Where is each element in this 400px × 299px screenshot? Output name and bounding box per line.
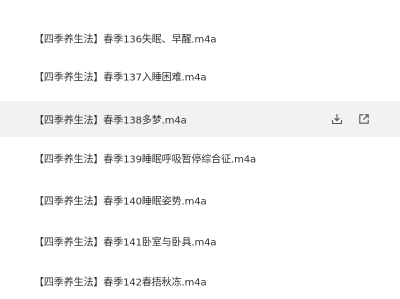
row-actions (331, 113, 370, 125)
file-row-139[interactable]: 【四季养生法】春季139睡眠呼吸暂停综合征.m4a (0, 140, 400, 176)
file-row-140[interactable]: 【四季养生法】春季140睡眠姿势.m4a (0, 182, 400, 218)
file-name: 【四季养生法】春季141卧室与卧具.m4a (34, 237, 217, 249)
file-name: 【四季养生法】春季137入睡困难.m4a (34, 72, 207, 84)
file-row-137[interactable]: 【四季养生法】春季137入睡困难.m4a (0, 58, 400, 94)
file-name: 【四季养生法】春季136失眠、早醒.m4a (34, 34, 217, 46)
file-name: 【四季养生法】春季140睡眠姿势.m4a (34, 196, 207, 208)
file-row-142[interactable]: 【四季养生法】春季142春捂秋冻.m4a (0, 263, 400, 299)
file-row-141[interactable]: 【四季养生法】春季141卧室与卧具.m4a (0, 223, 400, 259)
file-name: 【四季养生法】春季142春捂秋冻.m4a (34, 277, 207, 289)
external-link-icon[interactable] (358, 113, 370, 125)
file-name: 【四季养生法】春季138多梦.m4a (34, 115, 187, 127)
file-row-138[interactable]: 【四季养生法】春季138多梦.m4a (0, 101, 400, 137)
download-icon[interactable] (331, 113, 343, 125)
file-name: 【四季养生法】春季139睡眠呼吸暂停综合征.m4a (34, 154, 256, 166)
file-row-136[interactable]: 【四季养生法】春季136失眠、早醒.m4a (0, 20, 400, 56)
file-list: 【四季养生法】春季136失眠、早醒.m4a 【四季养生法】春季137入睡困难.m… (0, 0, 400, 299)
